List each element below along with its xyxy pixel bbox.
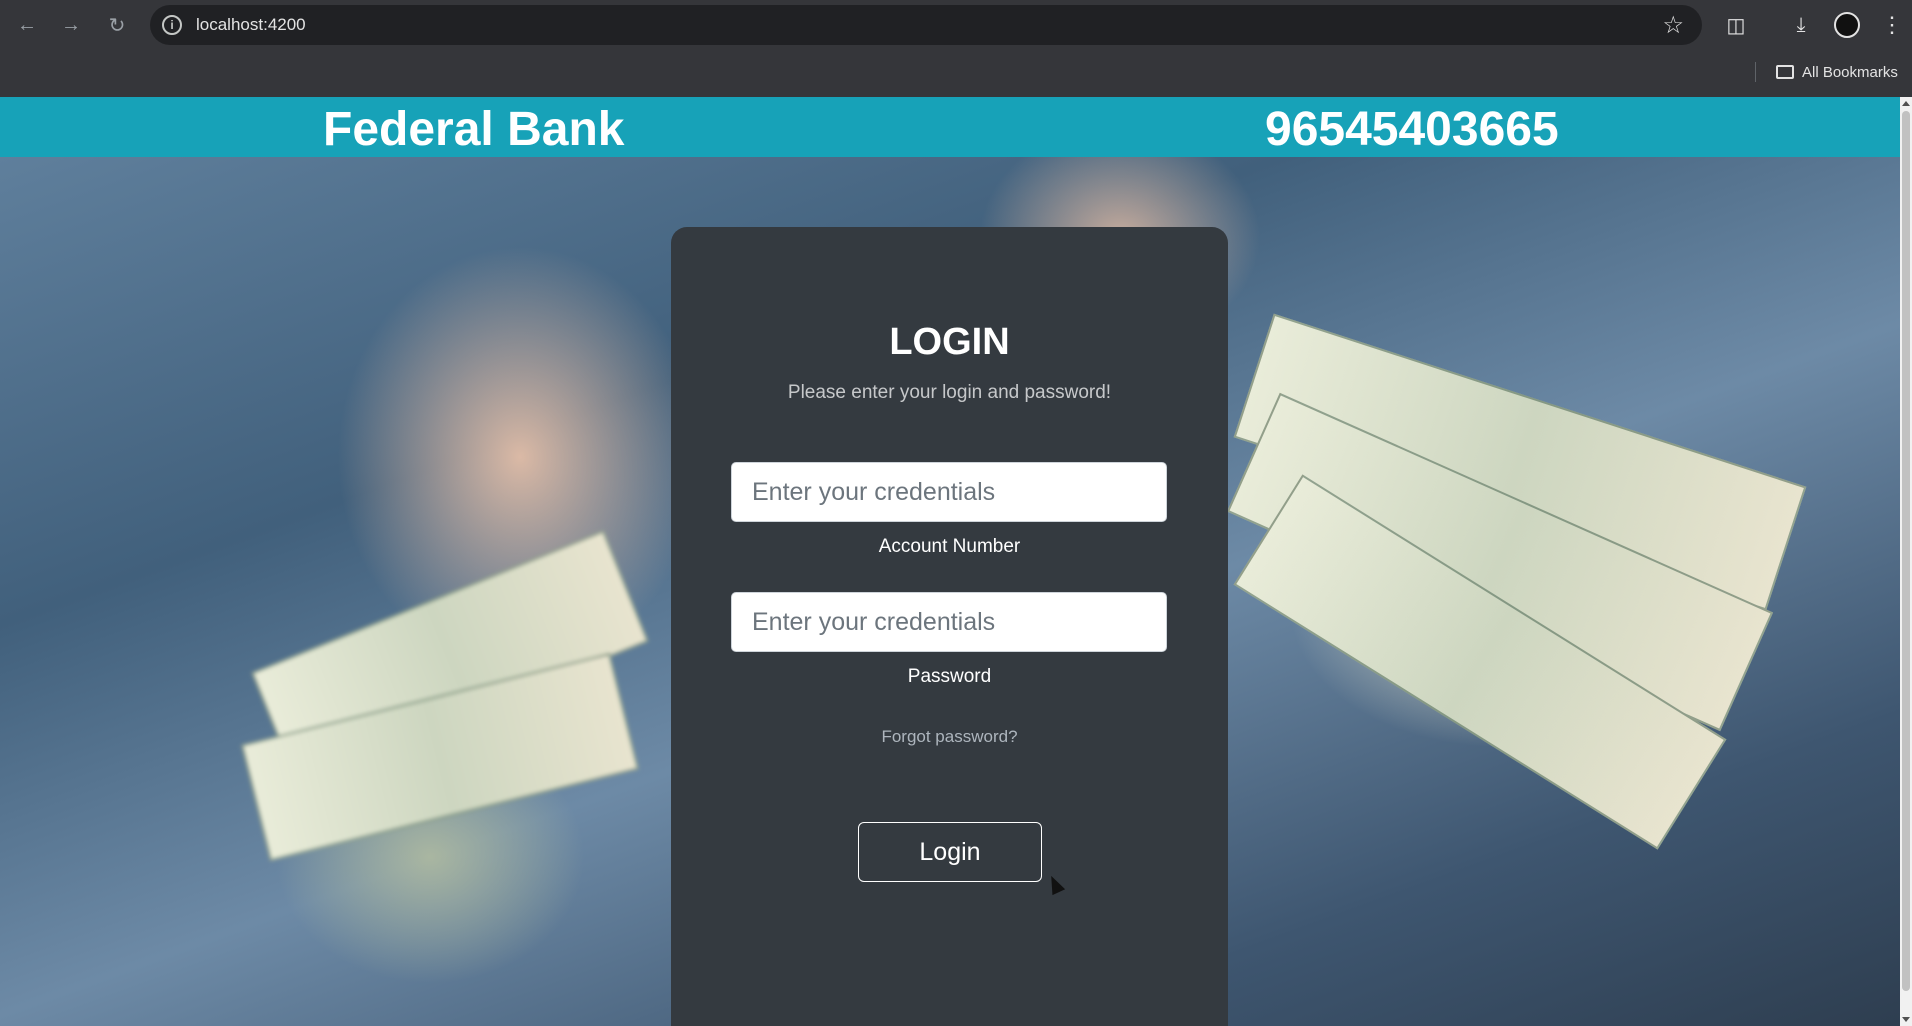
account-number-input[interactable] bbox=[731, 462, 1167, 522]
scroll-up-icon[interactable] bbox=[1902, 101, 1910, 106]
login-subtitle: Please enter your login and password! bbox=[787, 382, 1112, 403]
browser-toolbar: ← → ↻ i localhost:4200 ☆ ◫ ⤓ ⋮ bbox=[0, 0, 1912, 50]
all-bookmarks-label: All Bookmarks bbox=[1802, 63, 1898, 81]
all-bookmarks-button[interactable]: All Bookmarks bbox=[1776, 60, 1898, 84]
browser-chrome: ← → ↻ i localhost:4200 ☆ ◫ ⤓ ⋮ All Bookm… bbox=[0, 0, 1912, 97]
password-label: Password bbox=[907, 666, 992, 687]
bookmarks-bar: All Bookmarks bbox=[0, 50, 1912, 97]
contact-phone: 96545403665 bbox=[1265, 103, 1559, 156]
page-scrollbar[interactable] bbox=[1900, 97, 1912, 1026]
address-bar[interactable]: i localhost:4200 ☆ bbox=[150, 5, 1702, 45]
login-card: LOGIN Please enter your login and passwo… bbox=[671, 227, 1228, 1026]
forgot-password-link[interactable]: Forgot password? bbox=[671, 727, 1228, 747]
forward-icon[interactable]: → bbox=[57, 11, 85, 39]
address-url[interactable]: localhost:4200 bbox=[196, 15, 306, 35]
bookmarks-divider bbox=[1755, 62, 1756, 82]
account-number-label: Account Number bbox=[878, 536, 1021, 557]
login-title: LOGIN bbox=[889, 321, 1010, 363]
login-button[interactable]: Login bbox=[858, 822, 1042, 882]
site-header: Federal Bank 96545403665 bbox=[0, 97, 1900, 157]
folder-icon bbox=[1776, 65, 1794, 79]
site-info-icon[interactable]: i bbox=[162, 15, 182, 35]
profile-avatar[interactable] bbox=[1834, 12, 1860, 38]
brand-name: Federal Bank bbox=[323, 103, 625, 156]
scroll-down-icon[interactable] bbox=[1902, 1017, 1910, 1022]
password-input[interactable] bbox=[731, 592, 1167, 652]
browser-menu-icon[interactable]: ⋮ bbox=[1881, 10, 1903, 40]
reload-icon[interactable]: ↻ bbox=[103, 11, 131, 39]
back-icon[interactable]: ← bbox=[13, 11, 41, 39]
scroll-thumb[interactable] bbox=[1902, 111, 1910, 991]
download-icon[interactable]: ⤓ bbox=[1786, 10, 1816, 40]
extensions-icon[interactable]: ◫ bbox=[1721, 10, 1751, 40]
bookmark-star-icon[interactable]: ☆ bbox=[1662, 11, 1684, 40]
page-viewport: Federal Bank 96545403665 LOGIN Please en… bbox=[0, 97, 1900, 1026]
